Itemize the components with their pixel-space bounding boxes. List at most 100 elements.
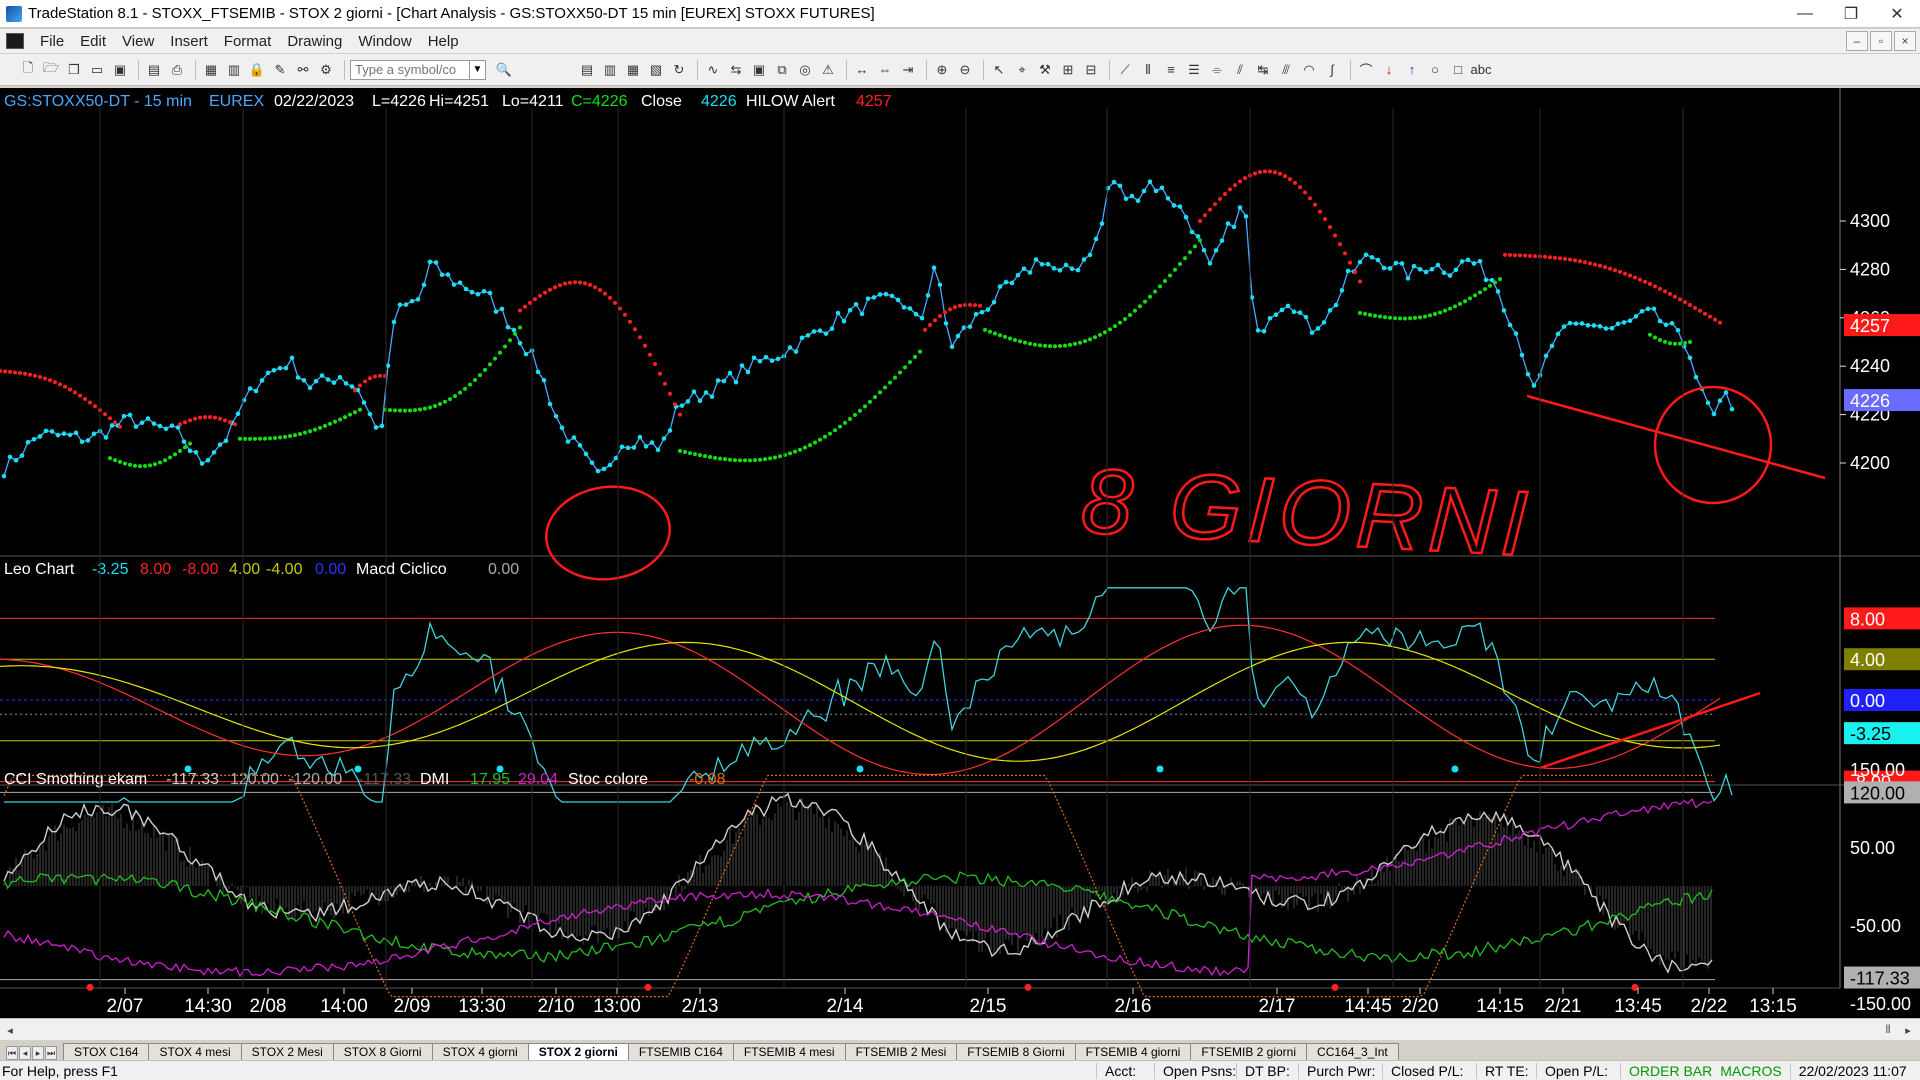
price-bar-dot (1057, 267, 1063, 273)
arrow-up-icon[interactable]: ↑ (1402, 60, 1422, 80)
symbol-lookup-icon[interactable]: 🔍 (494, 60, 514, 80)
order-bar-button[interactable]: ORDER BAR (1620, 1062, 1720, 1079)
save-icon[interactable]: ▣ (110, 60, 130, 80)
chart-window-icon[interactable] (6, 33, 24, 49)
mdi-close-icon[interactable]: × (1894, 31, 1916, 51)
tab-6[interactable]: FTSEMIB C164 (627, 1043, 734, 1060)
chart-canvas[interactable]: 43004280426042404220420042574226GS:STOXX… (0, 88, 1920, 1018)
tools-icon[interactable]: ⚒ (1035, 60, 1055, 80)
macros-button[interactable]: MACROS (1720, 1063, 1789, 1079)
tab-10[interactable]: FTSEMIB 4 giorni (1074, 1043, 1192, 1060)
arrow-down-icon[interactable]: ↓ (1379, 60, 1399, 80)
chart-line-icon[interactable]: ▦ (623, 60, 643, 80)
channel-icon[interactable]: ⫻ (1276, 60, 1296, 80)
scroll-right-icon[interactable]: ▸ (1900, 1022, 1916, 1038)
tab-12[interactable]: CC164_3_Int (1306, 1043, 1399, 1060)
tab-5[interactable]: STOX 2 giorni (527, 1043, 629, 1060)
chevron-down-icon[interactable]: ▼ (470, 59, 486, 80)
menu-window[interactable]: Window (350, 33, 419, 50)
tab-last-icon[interactable]: ⏭ (45, 1046, 57, 1060)
close-button[interactable]: ✕ (1874, 0, 1920, 28)
hilow-alert-dot (1058, 344, 1062, 349)
network-icon[interactable]: ⚙ (316, 60, 336, 80)
tab-2[interactable]: STOX 2 Mesi (240, 1043, 334, 1060)
data-window-icon[interactable]: ▣ (749, 60, 769, 80)
mdi-minimize-icon[interactable]: – (1846, 31, 1868, 51)
menu-help[interactable]: Help (420, 33, 467, 50)
dock-icon[interactable]: ⊟ (1081, 60, 1101, 80)
radar-icon[interactable]: ◎ (795, 60, 815, 80)
trendline-icon[interactable]: ⟋ (1115, 60, 1135, 80)
tab-9[interactable]: FTSEMIB 8 Giorni (956, 1043, 1076, 1060)
strategy-icon[interactable]: ⇆ (726, 60, 746, 80)
annotation-trendline[interactable] (1526, 394, 1826, 480)
tab-8[interactable]: FTSEMIB 2 Mesi (844, 1043, 958, 1060)
tab-prev-icon[interactable]: ◂ (19, 1046, 31, 1060)
tab-7[interactable]: FTSEMIB 4 mesi (732, 1043, 846, 1060)
zoom-in-icon[interactable]: ⊕ (932, 60, 952, 80)
lock-icon[interactable]: 🔒 (247, 60, 267, 80)
mdi-restore-icon[interactable]: ▫ (1870, 31, 1892, 51)
scanner-icon[interactable]: ⧉ (772, 60, 792, 80)
hilow-alert-dot (163, 458, 167, 463)
open-icon[interactable]: 🗁 (41, 60, 61, 80)
annotation-circle[interactable] (1653, 385, 1773, 505)
indicator-icon[interactable]: ∿ (703, 60, 723, 80)
horizontal-scrollbar[interactable]: ◂ ⦀ ▸ (0, 1018, 1920, 1040)
scroll-columns-icon[interactable]: ⦀ (1880, 1022, 1896, 1038)
symbol-input[interactable] (350, 59, 470, 80)
chart-analysis-window[interactable]: 43004280426042404220420042574226GS:STOXX… (0, 88, 1920, 1018)
scroll-left-icon[interactable]: ◂ (2, 1022, 18, 1038)
tab-0[interactable]: STOX C164 (63, 1043, 150, 1060)
menu-insert[interactable]: Insert (162, 33, 216, 50)
new-icon[interactable]: 🗋 (18, 60, 38, 80)
freehand-icon[interactable]: ∫ (1322, 60, 1342, 80)
format-icon[interactable]: ⊞ (1058, 60, 1078, 80)
ellipse-icon[interactable]: ○ (1425, 60, 1445, 80)
alert-icon[interactable]: ⚠ (818, 60, 838, 80)
zoom-out-icon[interactable]: ⊖ (955, 60, 975, 80)
measure-icon[interactable]: ↹ (1253, 60, 1273, 80)
chart-candle-icon[interactable]: ▧ (646, 60, 666, 80)
horizontal-lines-icon[interactable]: ≡ (1161, 60, 1181, 80)
menu-format[interactable]: Format (216, 33, 280, 50)
brush-icon[interactable]: ✎ (270, 60, 290, 80)
annotation-circle[interactable] (540, 479, 676, 587)
fib-icon[interactable]: ☰ (1184, 60, 1204, 80)
tab-4[interactable]: STOX 4 giorni (431, 1043, 529, 1060)
link-icon[interactable]: ⚯ (293, 60, 313, 80)
menu-view[interactable]: View (114, 33, 162, 50)
chart-bars-icon[interactable]: ▥ (600, 60, 620, 80)
menu-drawing[interactable]: Drawing (279, 33, 350, 50)
tab-first-icon[interactable]: ⏮ (6, 1046, 18, 1060)
arc-draw-icon[interactable]: ⌒ (1356, 60, 1376, 80)
menu-edit[interactable]: Edit (72, 33, 114, 50)
annotation-trendline[interactable] (1539, 691, 1761, 770)
layout-icon[interactable]: ▥ (224, 60, 244, 80)
tab-1[interactable]: STOX 4 mesi (148, 1043, 242, 1060)
bar-compress-icon[interactable]: ⇔ (875, 60, 895, 80)
trade-icon[interactable]: ⌖ (1012, 60, 1032, 80)
workspace-icon[interactable]: ▦ (201, 60, 221, 80)
menu-file[interactable]: File (32, 33, 72, 50)
text-icon[interactable]: abc (1471, 60, 1492, 80)
scroll-right-icon[interactable]: ⇥ (898, 60, 918, 80)
tab-3[interactable]: STOX 8 Giorni (332, 1043, 433, 1060)
gann-icon[interactable]: ⌯ (1207, 60, 1227, 80)
andrews-icon[interactable]: ⫽ (1230, 60, 1250, 80)
arc-icon[interactable]: ◠ (1299, 60, 1319, 80)
copy-window-icon[interactable]: ❐ (64, 60, 84, 80)
print-icon[interactable]: ⎙ (167, 60, 187, 80)
chart-style-icon[interactable]: ▤ (577, 60, 597, 80)
tab-next-icon[interactable]: ▸ (32, 1046, 44, 1060)
chart-refresh-icon[interactable]: ↻ (669, 60, 689, 80)
minimize-button[interactable]: — (1782, 0, 1828, 28)
maximize-button[interactable]: ❐ (1828, 0, 1874, 28)
tab-11[interactable]: FTSEMIB 2 giorni (1190, 1043, 1308, 1060)
new-window-icon[interactable]: ▭ (87, 60, 107, 80)
bar-spacing-icon[interactable]: ↔ (852, 60, 872, 80)
pointer-icon[interactable]: ↖ (989, 60, 1009, 80)
vertical-lines-icon[interactable]: ⦀ (1138, 60, 1158, 80)
rectangle-icon[interactable]: □ (1448, 60, 1468, 80)
print-preview-icon[interactable]: ▤ (144, 60, 164, 80)
